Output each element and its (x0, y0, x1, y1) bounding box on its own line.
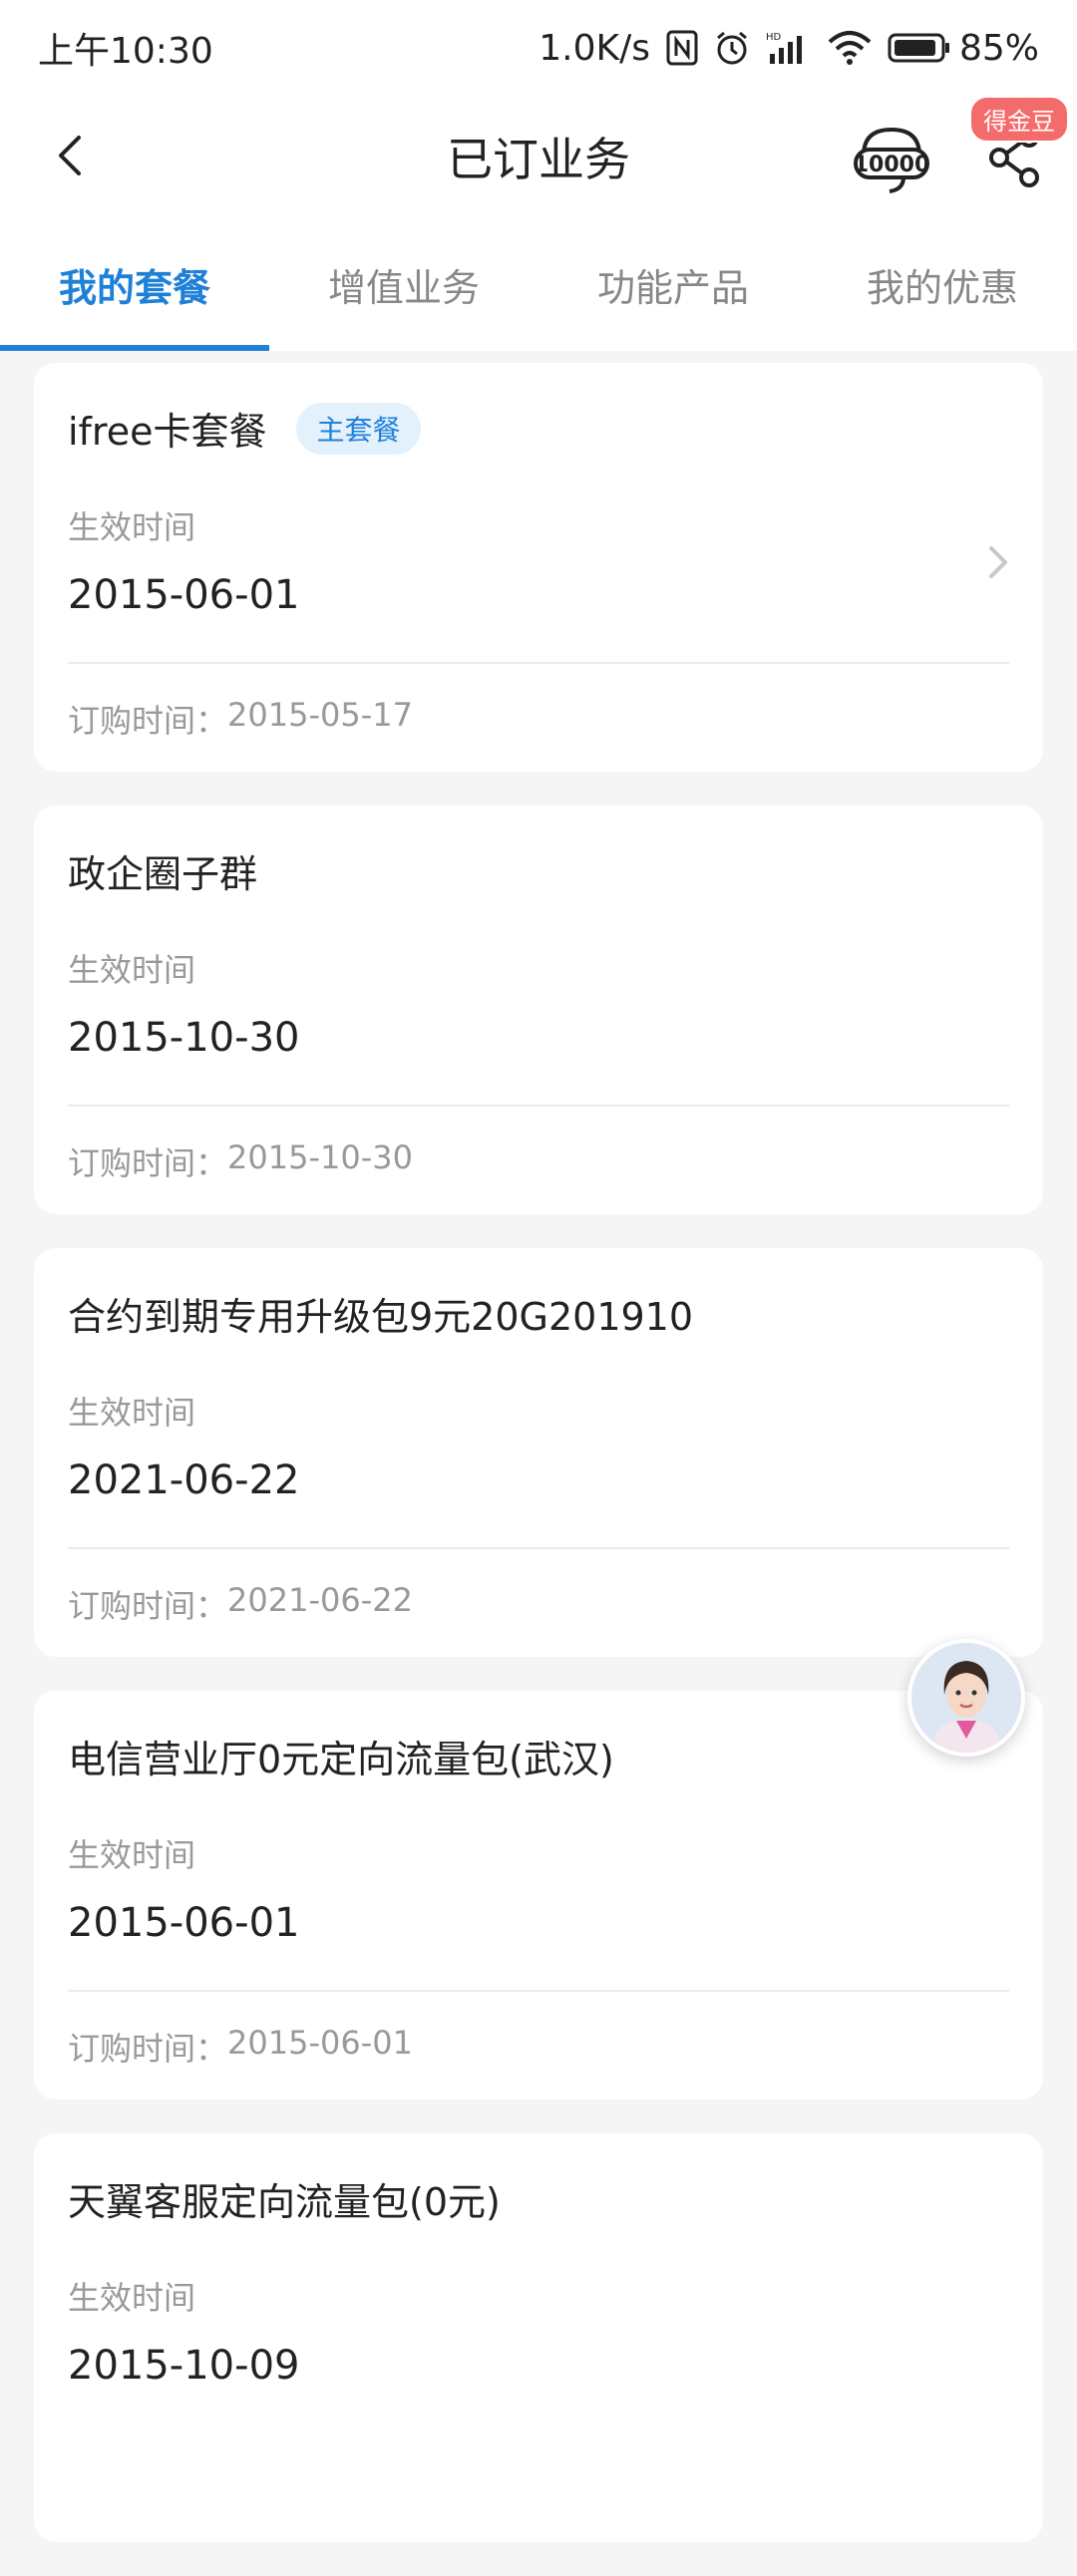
card-title-row: 合约到期专用升级包9元20G201910 (68, 1286, 693, 1341)
order-date: 2015-06-01 (227, 2024, 413, 2062)
card-title-row: 政企圈子群 (68, 843, 257, 898)
subscription-card[interactable]: 合约到期专用升级包9元20G201910 生效时间 2021-06-22 订购时… (34, 1248, 1043, 1657)
card-title-row: ifree卡套餐 主套餐 (68, 401, 421, 456)
effective-label: 生效时间 (68, 1836, 196, 1874)
status-icons: 1.0K/s HD 85% (538, 28, 1039, 69)
effective-label: 生效时间 (68, 2279, 196, 2317)
wifi-icon (828, 30, 872, 66)
effective-date: 2015-10-30 (68, 1015, 300, 1061)
assistant-avatar-button[interactable] (907, 1639, 1025, 1757)
divider (68, 1105, 1009, 1107)
tab-my-plan[interactable]: 我的套餐 (0, 217, 269, 351)
tab-value-added[interactable]: 增值业务 (269, 217, 538, 351)
nfc-icon (666, 30, 698, 66)
card-title: 电信营业厅0元定向流量包(武汉) (68, 1738, 614, 1781)
subscription-card[interactable]: 电信营业厅0元定向流量包(武汉) 生效时间 2015-06-01 订购时间： 2… (34, 1691, 1043, 2099)
order-row: 订购时间： 2021-06-22 (68, 1581, 413, 1627)
status-bar: 上午10:30 1.0K/s HD 85% (0, 0, 1077, 96)
svg-text:HD: HD (766, 32, 782, 43)
back-icon (59, 136, 81, 175)
battery-level: 85% (958, 27, 1039, 69)
alarm-icon (714, 30, 750, 66)
tab-my-offers[interactable]: 我的优惠 (808, 217, 1077, 351)
effective-date: 2021-06-22 (68, 1457, 300, 1503)
back-button[interactable] (40, 126, 100, 185)
order-label: 订购时间： (68, 1587, 228, 1625)
card-title: 天翼客服定向流量包(0元) (68, 2180, 501, 2224)
subscription-card[interactable]: 天翼客服定向流量包(0元) 生效时间 2015-10-09 (34, 2133, 1043, 2542)
status-time: 上午10:30 (38, 31, 213, 72)
reward-badge[interactable]: 得金豆 (969, 96, 1069, 143)
divider (68, 662, 1009, 664)
battery-icon (888, 32, 951, 64)
divider (68, 1547, 1009, 1549)
signal-icon: HD (766, 30, 812, 66)
card-title: 合约到期专用升级包9元20G201910 (68, 1295, 694, 1339)
nav-bar: 已订业务 10000 得金豆 (0, 96, 1077, 217)
battery-indicator: 85% (888, 28, 1039, 69)
effective-date: 2015-06-01 (68, 572, 300, 618)
customer-service-button[interactable]: 10000 (854, 122, 929, 197)
effective-label: 生效时间 (68, 951, 196, 989)
subscription-card[interactable]: 政企圈子群 生效时间 2015-10-30 订购时间： 2015-10-30 (34, 805, 1043, 1214)
order-date: 2021-06-22 (227, 1581, 413, 1619)
assistant-avatar-icon (911, 1643, 1021, 1753)
order-row: 订购时间： 2015-06-01 (68, 2024, 413, 2070)
order-label: 订购时间： (68, 702, 228, 740)
tab-function-products[interactable]: 功能产品 (538, 217, 808, 351)
subscription-card[interactable]: ifree卡套餐 主套餐 生效时间 2015-06-01 订购时间： 2015-… (34, 363, 1043, 772)
card-title: 政企圈子群 (68, 852, 258, 896)
order-label: 订购时间： (68, 2030, 228, 2068)
order-date: 2015-10-30 (227, 1138, 413, 1176)
customer-service-icon: 10000 (854, 127, 929, 193)
order-row: 订购时间： 2015-05-17 (68, 696, 413, 742)
divider (68, 1990, 1009, 1992)
card-title-row: 电信营业厅0元定向流量包(武汉) (68, 1729, 614, 1783)
order-row: 订购时间： 2015-10-30 (68, 1138, 413, 1184)
subscription-list: ifree卡套餐 主套餐 生效时间 2015-06-01 订购时间： 2015-… (34, 363, 1043, 2576)
card-title-row: 天翼客服定向流量包(0元) (68, 2171, 501, 2226)
main-plan-badge: 主套餐 (296, 402, 421, 455)
chevron-right-icon (989, 546, 1007, 578)
order-label: 订购时间： (68, 1144, 228, 1182)
effective-date: 2015-10-09 (68, 2343, 300, 2389)
network-speed: 1.0K/s (538, 27, 650, 69)
service-number: 10000 (854, 153, 929, 177)
effective-label: 生效时间 (68, 508, 196, 546)
effective-label: 生效时间 (68, 1394, 196, 1432)
card-title: ifree卡套餐 (68, 410, 267, 454)
order-date: 2015-05-17 (227, 696, 413, 734)
tab-bar: 我的套餐 增值业务 功能产品 我的优惠 (0, 217, 1077, 351)
effective-date: 2015-06-01 (68, 1900, 300, 1946)
